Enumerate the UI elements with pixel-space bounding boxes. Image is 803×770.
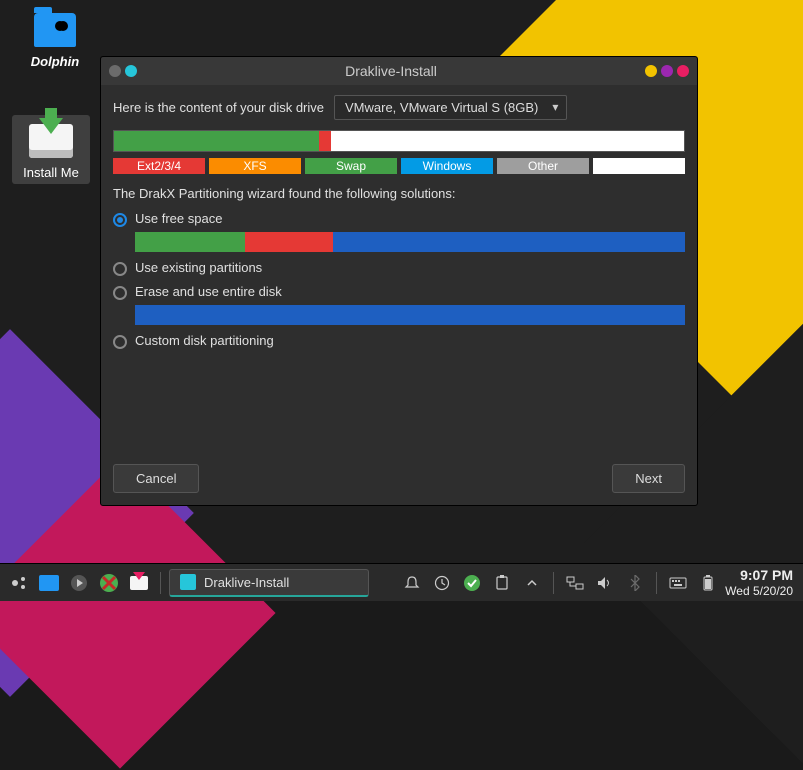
window-menu-icon[interactable] [109, 65, 121, 77]
clipboard-icon[interactable] [489, 570, 515, 596]
preview-segment [135, 232, 245, 252]
legend-xfs: XFS [209, 158, 301, 174]
legend-swap: Swap [305, 158, 397, 174]
titlebar[interactable]: Draklive-Install [101, 57, 697, 85]
taskbar: Draklive-Install 9:07 PM Wed 5/20/20 [0, 563, 803, 601]
battery-icon[interactable] [695, 570, 721, 596]
partition-options: Use free space Use existing partitions [113, 209, 685, 351]
installer-window: Draklive-Install Here is the content of … [100, 56, 698, 506]
start-menu-button[interactable] [6, 570, 32, 596]
separator [553, 572, 554, 594]
taskbar-app-draklive[interactable]: Draklive-Install [169, 569, 369, 597]
partition-segment-empty[interactable] [331, 131, 684, 151]
option-existing[interactable]: Use existing partitions [113, 258, 685, 278]
status-ok-icon[interactable] [459, 570, 485, 596]
option-label: Use existing partitions [135, 260, 685, 275]
taskbar-clock[interactable]: 9:07 PM Wed 5/20/20 [725, 567, 797, 598]
option-label: Erase and use entire disk [135, 284, 685, 299]
folder-icon [31, 10, 79, 50]
clock-time: 9:07 PM [725, 567, 793, 584]
partition-segment[interactable] [319, 131, 330, 151]
option-label: Custom disk partitioning [135, 333, 685, 348]
disk-label: Here is the content of your disk drive [113, 100, 324, 115]
legend-empty: Empty [593, 158, 685, 174]
window-content: Here is the content of your disk drive V… [101, 85, 697, 505]
taskbar-app-label: Draklive-Install [204, 575, 289, 590]
desktop-icon-dolphin[interactable]: Dolphin [20, 10, 90, 69]
option-erase[interactable]: Erase and use entire disk [113, 282, 685, 327]
keyboard-icon[interactable] [665, 570, 691, 596]
preview-segment [333, 232, 685, 252]
radio-icon [113, 286, 127, 300]
legend: Ext2/3/4 XFS Swap Windows Other Empty [113, 158, 685, 174]
close-button[interactable] [677, 65, 689, 77]
disk-select-value: VMware, VMware Virtual S (8GB) [345, 100, 538, 115]
minimize-button[interactable] [645, 65, 657, 77]
network-icon[interactable] [562, 570, 588, 596]
cancel-button[interactable]: Cancel [113, 464, 199, 493]
separator [656, 572, 657, 594]
desktop-icon-label: Dolphin [20, 54, 90, 69]
legend-ext: Ext2/3/4 [113, 158, 205, 174]
preview-bar [135, 305, 685, 325]
bluetooth-icon[interactable] [622, 570, 648, 596]
radio-icon [113, 262, 127, 276]
wizard-subtitle: The DrakX Partitioning wizard found the … [113, 186, 685, 201]
taskbar-install-icon[interactable] [126, 570, 152, 596]
desktop-icon-install[interactable]: Install Me [12, 115, 90, 184]
preview-segment [135, 305, 685, 325]
disk-usage-bar [113, 130, 685, 152]
legend-other: Other [497, 158, 589, 174]
next-button[interactable]: Next [612, 464, 685, 493]
partition-segment-ext[interactable] [114, 131, 319, 151]
radio-icon [113, 213, 127, 227]
clock-icon[interactable] [429, 570, 455, 596]
taskbar-media-icon[interactable] [66, 570, 92, 596]
desktop-icon-label: Install Me [14, 165, 88, 180]
legend-windows: Windows [401, 158, 493, 174]
option-free-space[interactable]: Use free space [113, 209, 685, 254]
taskbar-dolphin-icon[interactable] [36, 570, 62, 596]
window-pin-icon[interactable] [125, 65, 137, 77]
clock-date: Wed 5/20/20 [725, 584, 793, 598]
separator [160, 572, 161, 594]
app-icon [180, 574, 196, 590]
package-icon [27, 121, 75, 161]
disk-select[interactable]: VMware, VMware Virtual S (8GB) [334, 95, 567, 120]
chevron-up-icon[interactable] [519, 570, 545, 596]
preview-bar [135, 232, 685, 252]
window-title: Draklive-Install [137, 63, 645, 79]
taskbar-globe-icon[interactable] [96, 570, 122, 596]
radio-icon [113, 335, 127, 349]
option-custom[interactable]: Custom disk partitioning [113, 331, 685, 351]
preview-segment [245, 232, 333, 252]
volume-icon[interactable] [592, 570, 618, 596]
option-label: Use free space [135, 211, 685, 226]
notifications-icon[interactable] [399, 570, 425, 596]
maximize-button[interactable] [661, 65, 673, 77]
desktop: Dolphin Install Me Draklive-Install Here… [0, 0, 803, 563]
